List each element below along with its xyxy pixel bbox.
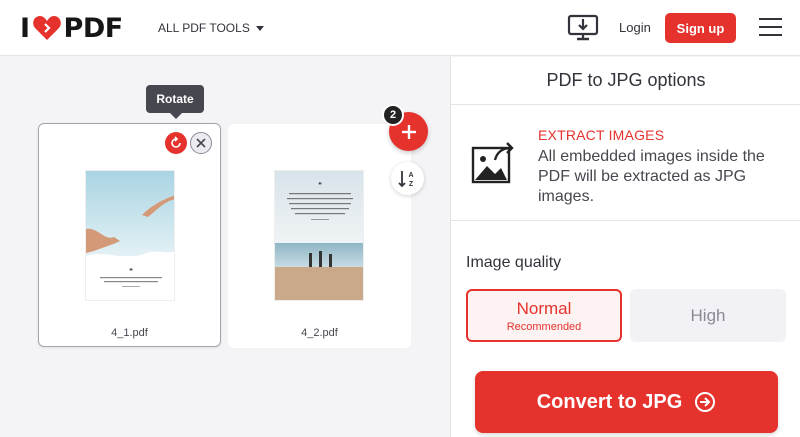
arrow-right-circle-icon: [695, 392, 716, 412]
logo-text-pdf: PDF: [63, 12, 124, 44]
rotate-tooltip: Rotate: [146, 85, 204, 119]
sidebar-title: PDF to JPG options: [451, 57, 800, 105]
file-card[interactable]: ❝ 4_2.pdf: [228, 124, 411, 348]
caret-down-icon: [255, 25, 264, 31]
all-pdf-tools-menu[interactable]: ALL PDF TOOLS: [158, 21, 264, 35]
close-icon: [196, 138, 206, 148]
logo-letter-i: I: [20, 12, 30, 44]
extract-images-description: All embedded images inside the PDF will …: [538, 148, 765, 205]
convert-to-jpg-button[interactable]: Convert to JPG: [475, 371, 778, 433]
beach-artwork-image: ❝: [275, 171, 363, 300]
heart-icon: [32, 16, 61, 40]
plus-icon: [401, 124, 416, 139]
svg-text:Z: Z: [408, 181, 413, 188]
top-navbar: I PDF ALL PDF TOOLS Login Sign up: [0, 0, 800, 56]
rotate-icon: [171, 136, 181, 148]
file-workspace: Rotate ❝ 4_1.pdf ❝ 4_2.pdf 2 A Z: [0, 57, 450, 437]
remove-file-button[interactable]: [190, 132, 212, 154]
quality-normal-label: Normal: [516, 298, 572, 318]
file-card[interactable]: ❝ 4_1.pdf: [38, 123, 221, 347]
svg-text:❝: ❝: [129, 267, 133, 275]
desktop-download-icon[interactable]: [567, 14, 599, 42]
options-sidebar: PDF to JPG options EXTRACT IMAGES All em…: [450, 57, 800, 437]
ilovepdf-logo[interactable]: I PDF: [20, 12, 124, 44]
quality-high-option[interactable]: High: [630, 289, 786, 342]
quality-normal-option[interactable]: Normal Recommended: [466, 289, 622, 342]
svg-text:❝: ❝: [318, 181, 322, 189]
extract-image-icon: [471, 142, 514, 184]
sort-files-button[interactable]: A Z: [391, 162, 424, 195]
hands-artwork-image: ❝: [86, 171, 174, 300]
svg-text:A: A: [408, 172, 413, 179]
convert-button-label: Convert to JPG: [536, 390, 683, 413]
signup-button[interactable]: Sign up: [665, 13, 736, 43]
file-name: 4_2.pdf: [301, 327, 338, 339]
extract-images-option[interactable]: EXTRACT IMAGES All embedded images insid…: [451, 105, 800, 221]
pdf-thumbnail: ❝: [274, 170, 364, 301]
menu-hamburger-icon[interactable]: [759, 18, 782, 36]
quality-recommended-label: Recommended: [506, 320, 582, 333]
file-name: 4_1.pdf: [111, 327, 148, 339]
rotate-button[interactable]: [165, 132, 187, 154]
file-count-badge: 2: [382, 104, 404, 126]
extract-images-title: EXTRACT IMAGES: [538, 127, 665, 143]
image-quality-label: Image quality: [466, 254, 562, 271]
tools-menu-label: ALL PDF TOOLS: [158, 21, 250, 35]
pdf-thumbnail: ❝: [85, 170, 175, 301]
login-link[interactable]: Login: [619, 20, 651, 35]
sort-az-icon: A Z: [397, 170, 413, 188]
